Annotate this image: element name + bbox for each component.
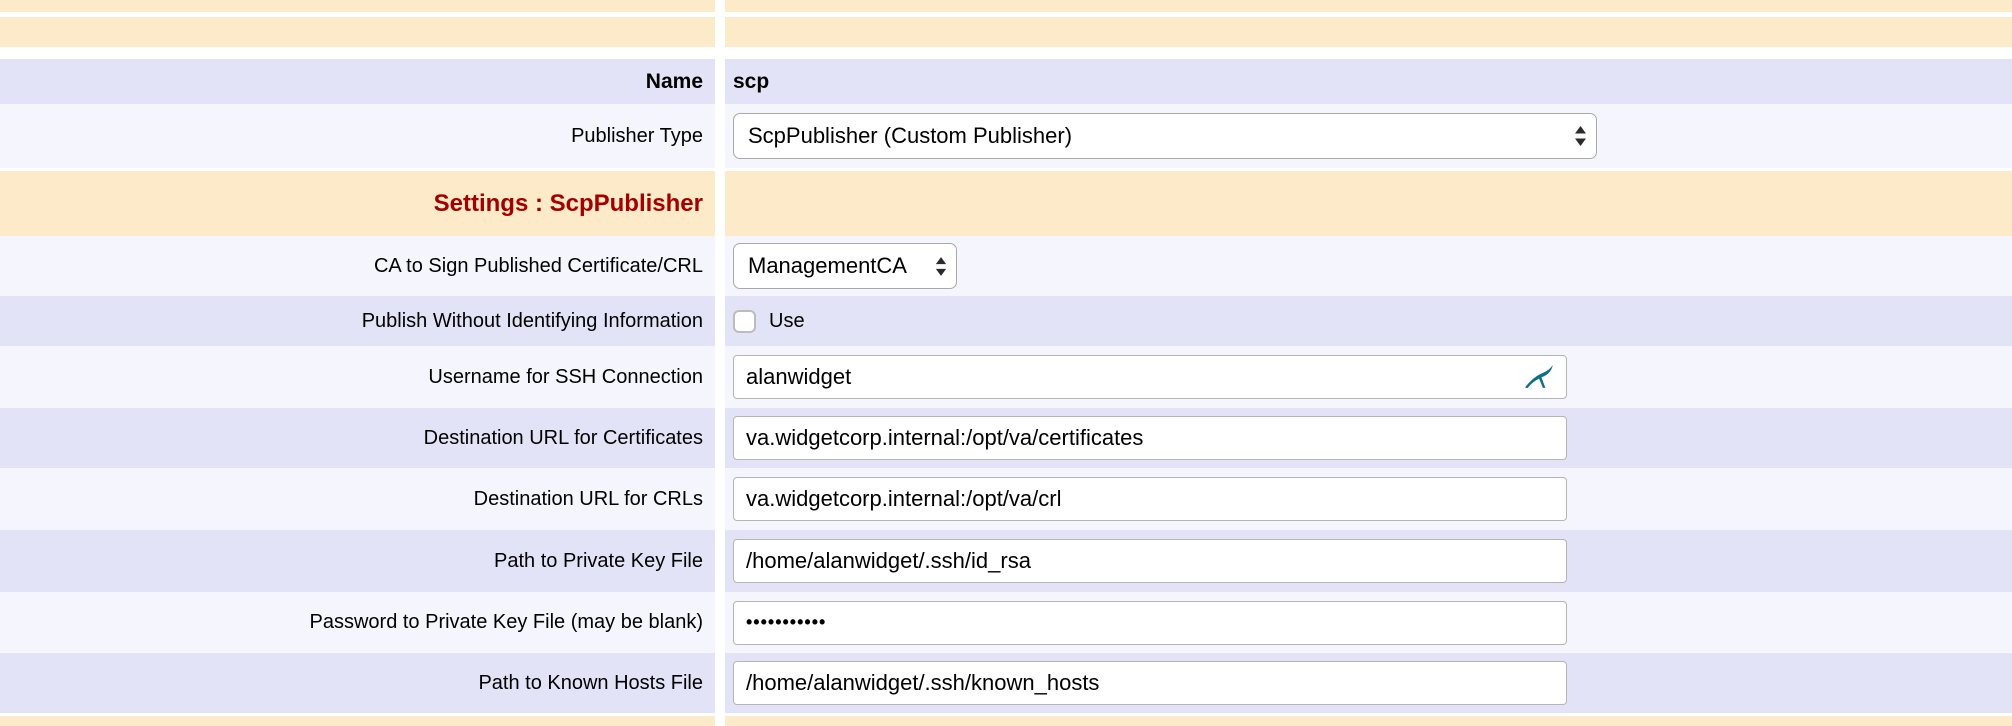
name-label: Name [646,70,703,94]
select-updown-arrows-icon [934,255,948,278]
username-row: Username for SSH Connection [0,346,2012,408]
crl-url-input[interactable] [733,477,1567,521]
username-input[interactable] [733,355,1567,399]
ca-row: CA to Sign Published Certificate/CRL Man… [0,236,2012,296]
private-key-input[interactable] [733,539,1567,583]
private-key-row: Path to Private Key File [0,530,2012,592]
row-gap [0,47,2012,59]
publisher-type-selected-value: ScpPublisher (Custom Publisher) [748,123,1072,149]
anonymize-label: Publish Without Identifying Information [362,310,703,333]
select-updown-arrows-icon [1573,124,1588,148]
use-checkbox[interactable] [733,310,756,333]
publisher-type-label: Publisher Type [571,125,703,148]
known-hosts-label: Path to Known Hosts File [478,672,703,695]
crl-url-label: Destination URL for CRLs [474,488,703,511]
private-key-password-row: Password to Private Key File (may be bla… [0,592,2012,653]
top-band [0,0,2012,12]
top-band-2 [0,17,2012,47]
name-value: scp [733,70,769,94]
anonymize-row: Publish Without Identifying Information … [0,296,2012,346]
cert-url-row: Destination URL for Certificates [0,408,2012,468]
password-manager-impala-icon[interactable] [1523,364,1555,391]
ca-select[interactable]: ManagementCA [733,243,957,289]
ca-label: CA to Sign Published Certificate/CRL [374,255,703,278]
known-hosts-row: Path to Known Hosts File [0,653,2012,713]
private-key-password-label: Password to Private Key File (may be bla… [310,611,704,634]
known-hosts-input[interactable] [733,661,1567,705]
private-key-password-input[interactable] [733,601,1567,645]
edit-publisher-form: Name scp Publisher Type ScpPublisher (Cu… [0,0,2012,726]
use-checkbox-label: Use [769,310,805,333]
settings-heading: Settings : ScpPublisher [434,190,703,218]
crl-url-row: Destination URL for CRLs [0,468,2012,530]
name-row: Name scp [0,59,2012,104]
settings-header-row: Settings : ScpPublisher [0,171,2012,236]
username-label: Username for SSH Connection [428,366,703,389]
bottom-band [0,716,2012,726]
cert-url-label: Destination URL for Certificates [424,427,703,450]
private-key-label: Path to Private Key File [494,550,703,573]
publisher-type-row: Publisher Type ScpPublisher (Custom Publ… [0,104,2012,168]
publisher-type-select[interactable]: ScpPublisher (Custom Publisher) [733,113,1597,159]
cert-url-input[interactable] [733,416,1567,460]
ca-selected-value: ManagementCA [748,253,907,279]
